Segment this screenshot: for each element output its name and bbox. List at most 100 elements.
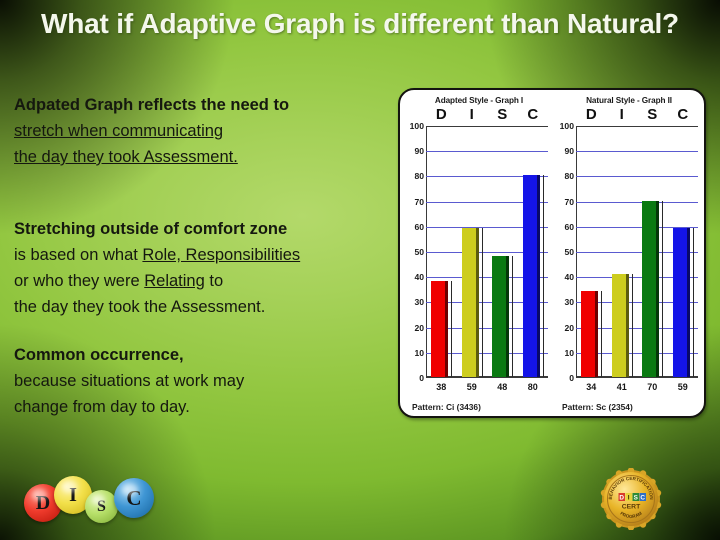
graph-ytick-label: 80 bbox=[564, 171, 574, 182]
graph-gridline bbox=[426, 151, 548, 153]
paragraph-1: Adpated Graph reflects the need to stret… bbox=[14, 92, 406, 170]
graph-category-c: C bbox=[527, 106, 539, 123]
graph-ytick-label: 10 bbox=[564, 347, 574, 358]
graph-ytick-label: 30 bbox=[564, 297, 574, 308]
graph-category-d: D bbox=[435, 106, 447, 123]
graph-gridline bbox=[576, 176, 698, 178]
text-underlined: the day they took Assessment. bbox=[14, 148, 238, 166]
graph-value-label: 38 bbox=[436, 382, 447, 392]
graph-ytick-label: 0 bbox=[419, 373, 424, 383]
graph-bar-edge bbox=[512, 256, 514, 377]
slide-canvas: What if Adaptive Graph is different than… bbox=[0, 0, 720, 540]
graph-title: Natural Style - Graph II bbox=[586, 96, 672, 105]
disc-sphere-s: S bbox=[85, 490, 118, 523]
graph-bar-edge bbox=[631, 273, 633, 377]
graph-category-letters: DISC bbox=[426, 106, 548, 124]
disc-logo: D I S C bbox=[22, 470, 162, 528]
disc-graphs-image: Adapted Style - Graph I D I S C 0 10 20 30 40 50… bbox=[398, 88, 706, 418]
disc-sphere-c: C bbox=[114, 478, 154, 518]
graph-ytick-label: 20 bbox=[564, 322, 574, 333]
graph-bar-edge bbox=[481, 228, 483, 377]
graph-ytick-label: 90 bbox=[414, 146, 424, 157]
graph-value-label: 41 bbox=[616, 382, 627, 392]
graph-value-label: 59 bbox=[677, 382, 688, 392]
graph-value-labels: 38 59 48 80 bbox=[426, 382, 548, 396]
svg-text:D: D bbox=[619, 495, 624, 502]
graph-ytick-label: 30 bbox=[414, 297, 424, 308]
graph-value-labels: 34 41 70 59 bbox=[576, 382, 698, 396]
graph-bar-edge bbox=[542, 175, 544, 377]
graph-bar-edge bbox=[601, 291, 603, 377]
graph-gridline bbox=[576, 201, 698, 203]
graph-category-i: I bbox=[469, 106, 474, 123]
paragraph-3: Common occurrence, because situations at… bbox=[14, 342, 406, 420]
svg-text:S: S bbox=[634, 495, 639, 502]
graph-ytick-label: 70 bbox=[564, 196, 574, 207]
text-line: or who they were Relating to bbox=[14, 268, 406, 294]
graph-ytick-label: 100 bbox=[559, 121, 574, 131]
text-plain: to bbox=[204, 272, 224, 290]
graph-ytick-label: 60 bbox=[564, 221, 574, 232]
text-underlined: Relating bbox=[144, 272, 205, 290]
graph-ytick-label: 50 bbox=[414, 247, 424, 257]
text-underlined: Role, Responsibilities bbox=[142, 246, 301, 264]
graph-gridline bbox=[576, 126, 698, 127]
graph-value-label: 80 bbox=[527, 382, 538, 392]
graph-bar-c bbox=[522, 175, 540, 377]
certification-seal-icon: BEHAVIOR CERTIFICATION PROGRAM D I S C C… bbox=[600, 468, 662, 530]
text-line: Stretching outside of comfort zone bbox=[14, 220, 288, 238]
graph-bar-edge bbox=[451, 281, 453, 377]
graph-ytick-label: 100 bbox=[409, 121, 424, 131]
graph-pattern-label: Pattern: Sc (2354) bbox=[562, 402, 633, 412]
graph-ytick-label: 60 bbox=[414, 221, 424, 232]
graph-ytick-label: 90 bbox=[564, 146, 574, 157]
text-line: stretch when communicating bbox=[14, 118, 406, 144]
graph-ytick-label: 70 bbox=[414, 196, 424, 207]
text-underlined: stretch when communicating bbox=[14, 122, 224, 140]
graph-value-label: 70 bbox=[647, 382, 658, 392]
natural-style-graph: Natural Style - Graph II D I S C 0 10 20 30 40 5… bbox=[554, 90, 704, 416]
graph-category-letters: DISC bbox=[576, 106, 698, 124]
graph-bar-s bbox=[492, 256, 510, 377]
text-line: is based on what Role, Responsibilities bbox=[14, 242, 406, 268]
slide-title: What if Adaptive Graph is different than… bbox=[41, 8, 679, 39]
text-line: the day they took Assessment. bbox=[14, 144, 406, 170]
text-line: Common occurrence, bbox=[14, 346, 184, 364]
graph-category-s: S bbox=[647, 106, 658, 123]
graph-gridline bbox=[576, 151, 698, 153]
svg-text:C: C bbox=[640, 495, 645, 502]
text-line: the day they took the Assessment. bbox=[14, 298, 266, 316]
graph-category-c: C bbox=[677, 106, 689, 123]
graph-bar-i bbox=[461, 228, 479, 377]
graph-category-i: I bbox=[619, 106, 624, 123]
graph-ytick-label: 20 bbox=[414, 322, 424, 333]
graph-ytick-label: 40 bbox=[564, 272, 574, 283]
text-plain: or who they were bbox=[14, 272, 145, 290]
graph-category-d: D bbox=[585, 106, 597, 123]
paragraph-2: Stretching outside of comfort zone is ba… bbox=[14, 216, 406, 320]
graph-bar-c bbox=[672, 228, 690, 377]
graph-bar-d bbox=[581, 291, 599, 377]
seal-cert-text: CERT bbox=[622, 504, 641, 511]
text-line: Adpated Graph reflects the need to bbox=[14, 96, 290, 114]
graph-value-label: 59 bbox=[466, 382, 477, 392]
svg-text:I: I bbox=[628, 495, 630, 502]
text-line: because situations at work may bbox=[14, 372, 245, 390]
graph-bar-edge bbox=[662, 200, 664, 377]
text-line: change from day to day. bbox=[14, 398, 190, 416]
graph-ytick-label: 0 bbox=[569, 373, 574, 383]
graph-value-label: 34 bbox=[586, 382, 597, 392]
graph-ytick-label: 80 bbox=[414, 171, 424, 182]
graph-category-s: S bbox=[497, 106, 508, 123]
graph-pattern-label: Pattern: Ci (3436) bbox=[412, 402, 481, 412]
graph-bar-i bbox=[611, 273, 629, 377]
graph-plot-area: 0 10 20 30 40 50 60 70 80 90 100 bbox=[410, 121, 548, 383]
graph-plot-area: 0 10 20 30 40 50 60 70 80 90 100 bbox=[560, 121, 698, 383]
graph-value-label: 48 bbox=[497, 382, 508, 392]
graph-bar-edge bbox=[692, 228, 694, 377]
slide-body-text: Adpated Graph reflects the need to stret… bbox=[14, 92, 406, 420]
graph-bar-s bbox=[642, 200, 660, 377]
graph-title: Adapted Style - Graph I bbox=[434, 96, 524, 105]
